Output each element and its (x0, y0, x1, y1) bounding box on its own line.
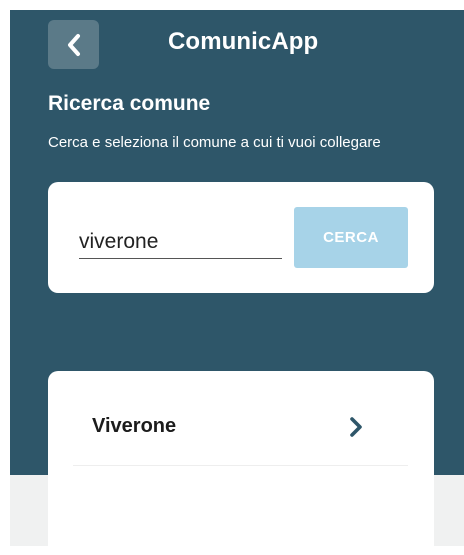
app-screen: ComunicApp Ricerca comune Cerca e selezi… (0, 0, 464, 555)
search-card: CERCA (48, 182, 434, 293)
section-description: Cerca e seleziona il comune a cui ti vuo… (48, 134, 381, 151)
result-item-viverone[interactable]: Viverone (73, 391, 408, 466)
search-button[interactable]: CERCA (294, 207, 408, 268)
chevron-left-icon (67, 33, 80, 56)
search-input[interactable] (79, 226, 282, 259)
back-button[interactable] (48, 20, 99, 69)
app-title: ComunicApp (168, 28, 319, 55)
result-item-label: Viverone (92, 415, 177, 437)
chevron-right-icon (350, 417, 362, 437)
section-title: Ricerca comune (48, 92, 211, 115)
results-card: Viverone (48, 371, 434, 555)
